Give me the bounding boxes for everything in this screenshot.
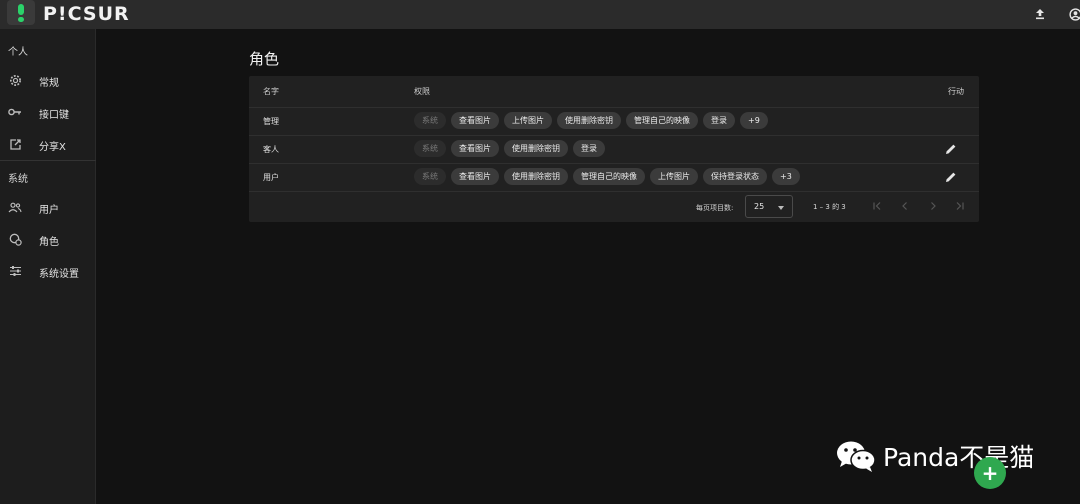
permission-chips: 系统 查看图片 使用删除密钥 登录 <box>414 140 605 157</box>
sidebar-item-label: 分享X <box>39 142 66 153</box>
row-divider <box>249 135 979 136</box>
row-divider <box>249 107 979 108</box>
sidebar-divider <box>0 160 96 161</box>
permission-chip: 管理自己的映像 <box>626 112 698 129</box>
chevron-down-icon <box>778 206 784 210</box>
logo-text[interactable]: P!CSUR <box>43 3 130 25</box>
permission-chip: 保持登录状态 <box>703 168 767 185</box>
pencil-icon <box>946 144 956 154</box>
sidebar-item-label: 系统设置 <box>39 269 79 280</box>
sidebar-section-system: 系统 <box>8 174 28 185</box>
next-page-button[interactable] <box>927 200 939 212</box>
page-range: 1 – 3 的 3 <box>813 203 846 211</box>
sidebar-item-label: 接口键 <box>39 110 69 121</box>
permission-chip: 使用删除密钥 <box>504 140 568 157</box>
last-page-button[interactable] <box>954 200 966 212</box>
sidebar: 个人 常规 接口键 分享X 系统 用户 角色 系统设置 <box>0 29 96 504</box>
key-icon <box>8 105 22 119</box>
permission-chips: 系统 查看图片 上传图片 使用删除密钥 管理自己的映像 登录 +9 <box>414 112 768 129</box>
sidebar-item-sharex[interactable]: 分享X <box>0 131 96 157</box>
permission-chip: 管理自己的映像 <box>573 168 645 185</box>
page-size-value: 25 <box>754 202 765 211</box>
sidebar-item-system-settings[interactable]: 系统设置 <box>0 258 96 284</box>
sidebar-item-label: 角色 <box>39 237 59 248</box>
share-icon <box>8 137 22 151</box>
permission-chip: 使用删除密钥 <box>504 168 568 185</box>
sidebar-item-label: 常规 <box>39 78 59 89</box>
wechat-icon <box>837 441 876 472</box>
column-header-permissions: 权限 <box>414 87 430 96</box>
permission-chip: 使用删除密钥 <box>557 112 621 129</box>
roles-table: 名字 权限 行动 管理 系统 查看图片 上传图片 使用删除密钥 管理自己的映像 … <box>249 76 979 222</box>
items-per-page-label: 每页项目数: <box>696 204 734 212</box>
row-divider <box>249 191 979 192</box>
top-app-bar: P!CSUR <box>0 0 1080 29</box>
sidebar-item-general[interactable]: 常规 <box>0 67 96 93</box>
permission-chip: 上传图片 <box>504 112 552 129</box>
upload-icon[interactable] <box>1031 5 1049 23</box>
more-permissions-chip: +3 <box>772 168 800 185</box>
role-name: 客人 <box>263 145 279 154</box>
plus-icon: + <box>981 461 999 485</box>
add-role-button[interactable]: + <box>974 457 1006 489</box>
permission-chip: 系统 <box>414 112 446 129</box>
chevron-right-icon <box>931 202 936 210</box>
permission-chips: 系统 查看图片 使用删除密钥 管理自己的映像 上传图片 保持登录状态 +3 <box>414 168 800 185</box>
permission-chip: 系统 <box>414 140 446 157</box>
first-page-icon <box>873 202 881 210</box>
sliders-icon <box>8 264 22 278</box>
edit-role-button[interactable] <box>944 170 958 184</box>
logo-mark[interactable] <box>7 0 35 25</box>
role-name: 管理 <box>263 117 279 126</box>
page-title: 角色 <box>249 50 280 68</box>
role-name: 用户 <box>263 173 279 182</box>
watermark-text: Panda不是猫 <box>883 443 1035 472</box>
row-divider <box>249 163 979 164</box>
users-icon <box>8 200 22 214</box>
sidebar-section-personal: 个人 <box>8 47 28 58</box>
sidebar-item-roles[interactable]: 角色 <box>0 226 96 252</box>
permission-chip: 上传图片 <box>650 168 698 185</box>
permission-chip: 查看图片 <box>451 168 499 185</box>
page-size-select[interactable]: 25 <box>745 195 793 218</box>
account-icon[interactable] <box>1066 5 1080 23</box>
roles-icon <box>8 232 22 246</box>
more-permissions-chip: +9 <box>740 112 768 129</box>
logo-icon <box>18 4 24 22</box>
pencil-icon <box>946 172 956 182</box>
permission-chip: 登录 <box>573 140 605 157</box>
first-page-button[interactable] <box>871 200 883 212</box>
previous-page-button[interactable] <box>899 200 911 212</box>
permission-chip: 查看图片 <box>451 112 499 129</box>
permission-chip: 登录 <box>703 112 735 129</box>
edit-role-button[interactable] <box>944 142 958 156</box>
permission-chip: 系统 <box>414 168 446 185</box>
sidebar-item-api-keys[interactable]: 接口键 <box>0 99 96 125</box>
gear-icon <box>8 73 22 87</box>
chevron-left-icon <box>902 202 907 210</box>
sidebar-item-label: 用户 <box>39 205 59 216</box>
column-header-name: 名字 <box>263 87 279 96</box>
column-header-actions: 行动 <box>948 87 964 96</box>
last-page-icon <box>956 202 964 210</box>
sidebar-item-users[interactable]: 用户 <box>0 194 96 220</box>
permission-chip: 查看图片 <box>451 140 499 157</box>
